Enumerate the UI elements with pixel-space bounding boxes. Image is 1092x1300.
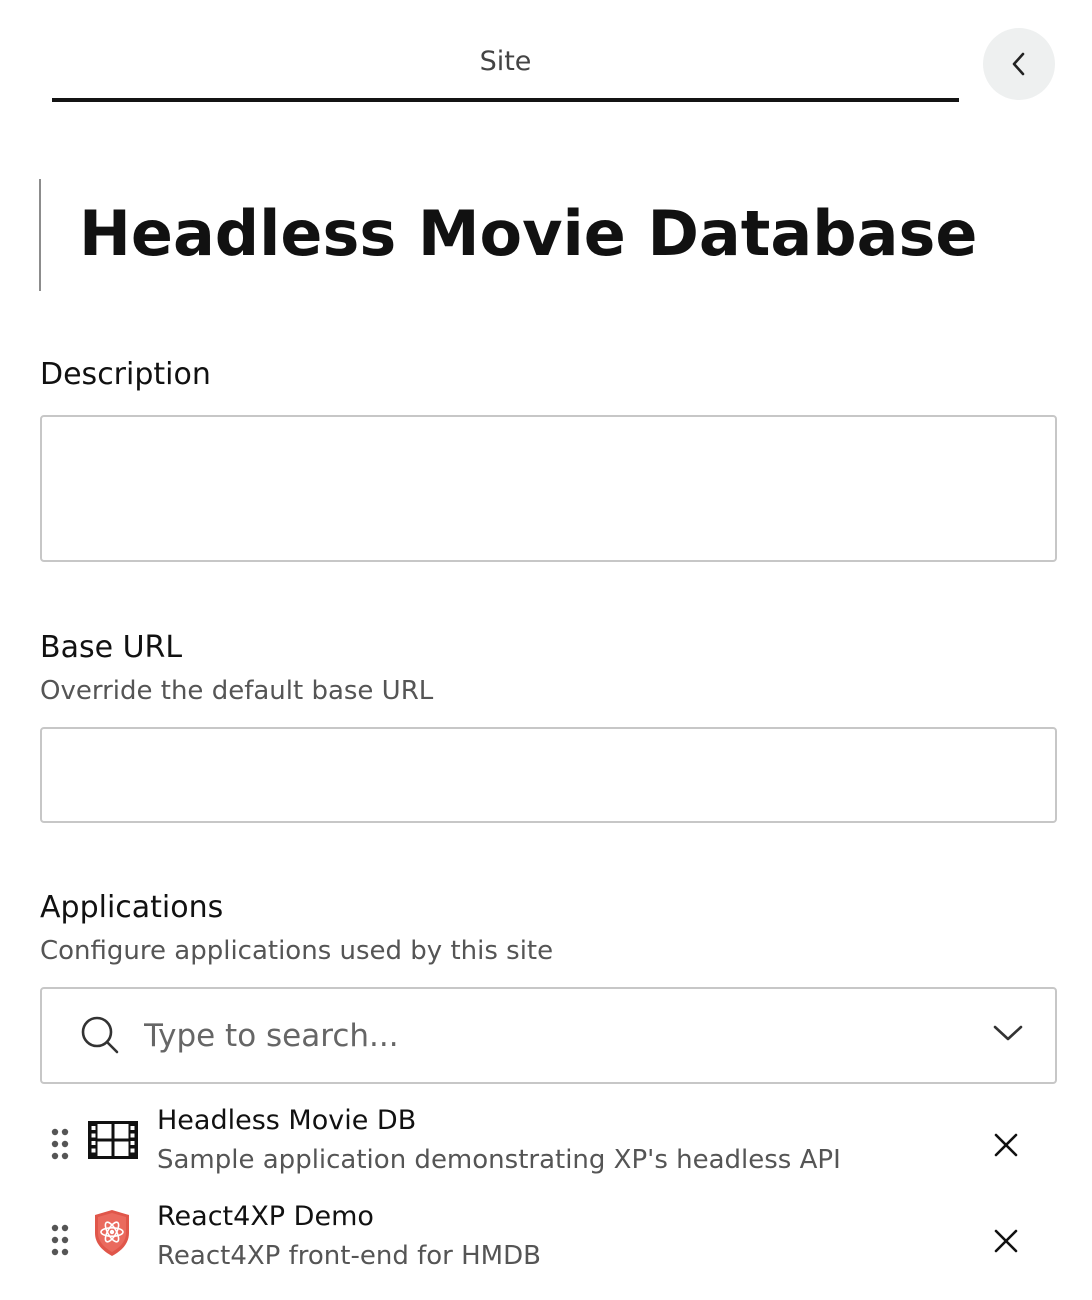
react-shield-icon bbox=[95, 1210, 129, 1256]
applications-help: Configure applications used by this site bbox=[40, 936, 554, 966]
film-strip-icon bbox=[88, 1121, 138, 1159]
applications-label: Applications bbox=[40, 890, 224, 925]
back-button[interactable] bbox=[983, 28, 1055, 100]
close-icon bbox=[994, 1133, 1018, 1157]
description-field[interactable] bbox=[40, 415, 1057, 562]
page-title: Headless Movie Database bbox=[79, 197, 978, 270]
app-description: React4XP front-end for HMDB bbox=[157, 1241, 541, 1271]
list-item: React4XP Demo React4XP front-end for HMD… bbox=[40, 1201, 1053, 1281]
app-description: Sample application demonstrating XP's he… bbox=[157, 1145, 841, 1175]
remove-app-button[interactable] bbox=[988, 1127, 1024, 1163]
base-url-field[interactable] bbox=[40, 727, 1057, 823]
tab-site-label: Site bbox=[479, 46, 532, 77]
base-url-help: Override the default base URL bbox=[40, 676, 434, 706]
site-settings-panel: Site Headless Movie Database Description… bbox=[0, 0, 1092, 1300]
description-label: Description bbox=[40, 357, 211, 392]
chevron-down-icon[interactable] bbox=[992, 1023, 1024, 1043]
drag-handle-icon[interactable] bbox=[50, 1127, 70, 1161]
app-name: Headless Movie DB bbox=[157, 1105, 417, 1136]
base-url-label: Base URL bbox=[40, 630, 183, 665]
applications-combobox[interactable] bbox=[40, 987, 1057, 1084]
search-icon bbox=[81, 1016, 119, 1054]
drag-handle-icon[interactable] bbox=[50, 1223, 70, 1257]
remove-app-button[interactable] bbox=[988, 1223, 1024, 1259]
chevron-left-icon bbox=[1012, 52, 1025, 76]
tab-site[interactable]: Site bbox=[52, 0, 959, 102]
applications-search-input[interactable] bbox=[142, 1011, 966, 1061]
app-name: React4XP Demo bbox=[157, 1201, 374, 1232]
tab-active-underline bbox=[52, 98, 959, 102]
title-accent-bar bbox=[39, 179, 41, 291]
close-icon bbox=[994, 1229, 1018, 1253]
list-item: Headless Movie DB Sample application dem… bbox=[40, 1105, 1053, 1185]
